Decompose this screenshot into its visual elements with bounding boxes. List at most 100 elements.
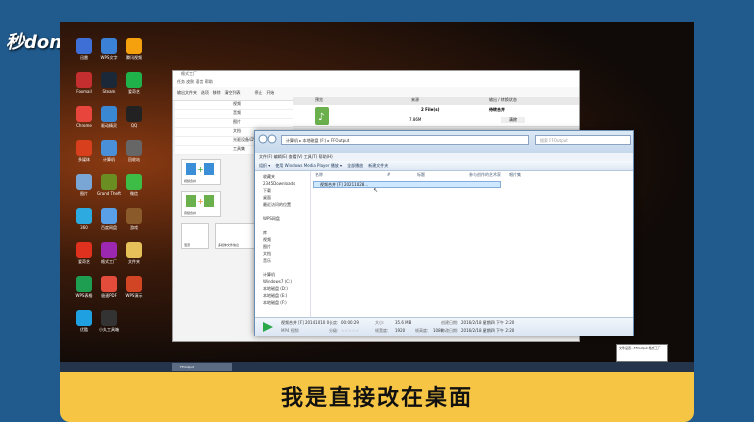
nav-image[interactable]: 图片 <box>175 119 293 128</box>
app-icon <box>76 72 92 88</box>
app-icon <box>76 38 92 54</box>
app-icon <box>126 242 142 258</box>
app-icon <box>76 174 92 190</box>
col-title[interactable]: 标题 <box>417 171 425 179</box>
play-all-button[interactable]: 全部播放 <box>347 163 363 168</box>
desktop-icon[interactable]: 百度网盘 <box>97 208 121 231</box>
desktop-icon-label: 极速PDF <box>101 293 117 298</box>
desktop-icon[interactable]: Chrome <box>72 106 96 128</box>
tree-item[interactable]: 本地磁盘 (D:) <box>263 285 310 292</box>
col-album[interactable]: 唱片集 <box>509 171 521 179</box>
desktop-icon[interactable]: 小丸工具箱 <box>97 310 121 333</box>
tree-item <box>263 208 310 215</box>
video-merge-tile[interactable]: + 视频合并 <box>181 159 221 185</box>
tree-item <box>263 222 310 229</box>
desktop-icon[interactable]: 计算机 <box>97 140 121 163</box>
remove-button[interactable]: 移除 <box>213 90 221 95</box>
desktop-icon[interactable]: 多媒体 <box>72 140 96 163</box>
menu-bar[interactable]: 任务 皮肤 语言 帮助 <box>173 79 579 87</box>
tree-item[interactable]: 图片 <box>263 243 310 250</box>
desktop-icon[interactable]: 驱动精灵 <box>97 106 121 129</box>
app-icon <box>101 310 117 326</box>
desktop-icon[interactable]: 格式工厂 <box>97 242 121 265</box>
music-file-icon: ♪ <box>315 107 329 125</box>
column-headers: 名称 # 标题 参与创作的艺术家 唱片集 <box>313 171 633 179</box>
mux-tile[interactable]: 混流 <box>181 223 209 249</box>
clear-list-button[interactable]: 清空列表 <box>224 90 240 95</box>
tree-item[interactable]: 本地磁盘 (F:) <box>263 299 310 306</box>
rating-stars[interactable]: ☆☆☆☆☆ <box>341 328 359 333</box>
tree-item[interactable]: 本地磁盘 (E:) <box>263 292 310 299</box>
clear-task-button[interactable]: 清除 <box>501 117 525 123</box>
taskbar-ffoutput-button[interactable]: FFOutput <box>172 363 232 371</box>
desktop-icon-label: WPS文字 <box>100 55 118 60</box>
desktop-icon[interactable]: 迅雷 <box>72 38 96 61</box>
desktop-icon[interactable]: 极速PDF <box>97 276 121 299</box>
task-row[interactable]: ♪ 2 File(s) 7.86M 待转合并 清除 <box>293 105 579 127</box>
desktop-icon[interactable]: 优酷 <box>72 310 96 333</box>
tray-notification[interactable]: 文件设置...FFOutput 格式工厂 <box>616 344 668 362</box>
app-icon <box>126 276 142 292</box>
options-button[interactable]: 选项 <box>201 90 209 95</box>
col-number[interactable]: # <box>387 171 390 179</box>
output-folder-button[interactable]: 输出文件夹 <box>177 90 197 95</box>
desktop-icon-label: 计算机 <box>103 157 115 162</box>
address-bar[interactable]: 计算机 ▸ 本地磁盘 (F:) ▸ FFOutput <box>281 135 529 145</box>
tree-item[interactable]: 文档 <box>263 250 310 257</box>
desktop-icon[interactable]: Steam <box>97 72 121 94</box>
app-icon <box>76 208 92 224</box>
tree-item[interactable]: 视频 <box>263 236 310 243</box>
stop-button[interactable]: 停止 <box>254 90 262 95</box>
desktop-icon-label: 爱奇艺 <box>78 259 90 264</box>
desktop-icon[interactable]: QQ <box>122 106 146 128</box>
tree-item[interactable]: 音乐 <box>263 257 310 264</box>
search-input[interactable]: 搜索 FFOutput <box>535 135 631 145</box>
music-merge-icon: + <box>186 195 214 207</box>
desktop-icon[interactable]: Foxmail <box>72 72 96 94</box>
media-info-tile[interactable]: 多媒体文件信息 <box>215 223 255 249</box>
desktop-icon[interactable]: 腾讯视频 <box>122 38 146 61</box>
nav-video[interactable]: 视频 <box>175 101 293 110</box>
desktop-icon[interactable]: 回收站 <box>122 140 146 163</box>
desktop-icon[interactable]: 微信 <box>122 174 146 197</box>
svg-text:+: + <box>197 197 204 206</box>
tree-item[interactable]: Windows7 (C:) <box>263 278 310 285</box>
tree-item[interactable]: 下载 <box>263 187 310 194</box>
mouse-cursor-icon: ↖ <box>373 187 379 194</box>
col-artist[interactable]: 参与创作的艺术家 <box>469 171 501 179</box>
desktop-icon[interactable]: Grand Theft Auto V <box>97 174 121 196</box>
start-button[interactable]: 开始 <box>266 90 274 95</box>
tree-item[interactable]: 2345Downloads <box>263 180 310 187</box>
desktop-icon[interactable]: 360 <box>72 208 96 230</box>
play-with-wmp-button[interactable]: 使用 Windows Media Player 播放 ▾ <box>275 163 342 168</box>
tree-item[interactable]: 最近访问的位置 <box>263 201 310 208</box>
app-icon <box>101 208 117 224</box>
new-folder-button[interactable]: 新建文件夹 <box>368 163 388 168</box>
svg-text:+: + <box>197 165 204 174</box>
organize-button[interactable]: 组织 ▾ <box>259 163 270 168</box>
desktop-icon[interactable]: 图片 <box>72 174 96 197</box>
explorer-menu-bar[interactable]: 文件(F) 编辑(E) 查看(V) 工具(T) 帮助(H) <box>255 153 633 161</box>
tree-item[interactable]: 桌面 <box>263 194 310 201</box>
desktop-icon[interactable]: 游戏 <box>122 208 146 231</box>
file-row-selected[interactable]: 视频合并 [F] 20211028... <box>313 181 501 188</box>
back-forward-icon[interactable] <box>258 134 278 144</box>
task-list-header: 预览 来源 输出 / 转换状态 <box>293 97 579 105</box>
tree-item[interactable]: 计算机 <box>263 271 310 278</box>
desktop-icon[interactable]: 爱奇艺 <box>72 242 96 265</box>
audio-merge-tile[interactable]: + 音频合并 <box>181 191 221 217</box>
col-name[interactable]: 名称 <box>315 171 323 179</box>
subtitle-caption: 我是直接改在桌面 <box>280 386 473 411</box>
desktop-icon-label: 优酷 <box>80 327 88 332</box>
desktop-icon-label: 360 <box>80 225 88 230</box>
desktop-icon[interactable]: WPS表格 <box>72 276 96 299</box>
tree-item[interactable]: WPS网盘 <box>263 215 310 222</box>
nav-audio[interactable]: 音频 <box>175 110 293 119</box>
desktop-icon[interactable]: WPS演示 <box>122 276 146 299</box>
tree-item[interactable]: 收藏夹 <box>263 173 310 180</box>
desktop-icon-label: WPS演示 <box>125 293 143 298</box>
tree-item[interactable]: 库 <box>263 229 310 236</box>
desktop-icon[interactable]: 文件夹 <box>122 242 146 265</box>
desktop-icon[interactable]: WPS文字 <box>97 38 121 61</box>
desktop-icon[interactable]: 爱奇艺 <box>122 72 146 95</box>
